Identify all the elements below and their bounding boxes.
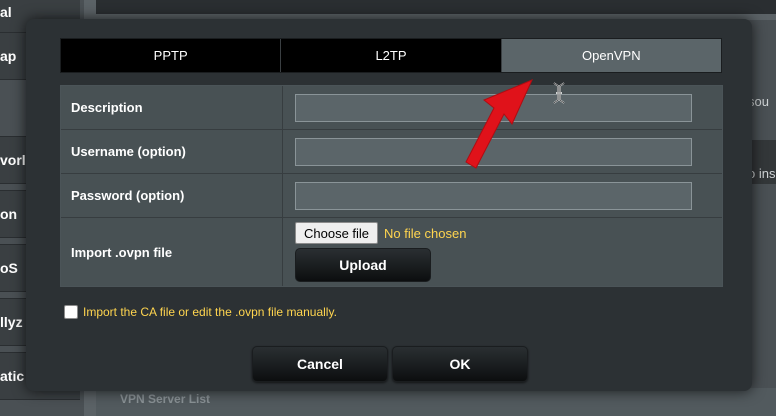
description-label: Description (61, 86, 283, 129)
ok-button[interactable]: OK (392, 346, 528, 382)
username-row: Username (option) (61, 130, 722, 174)
password-row: Password (option) (61, 174, 722, 218)
background-section-title: VPN Server List (120, 392, 211, 406)
openvpn-form: Description Username (option) Password (… (60, 85, 723, 287)
description-row: Description (61, 86, 722, 130)
password-label: Password (option) (61, 174, 283, 217)
password-input[interactable] (295, 181, 692, 210)
password-cell (283, 174, 722, 217)
import-label: Import .ovpn file (61, 218, 283, 286)
vpn-profile-dialog: PPTP L2TP OpenVPN Description Username (… (26, 19, 752, 391)
choose-file-button[interactable]: Choose file (295, 222, 379, 244)
cancel-button[interactable]: Cancel (252, 346, 388, 382)
username-label: Username (option) (61, 130, 283, 173)
tab-l2tp[interactable]: L2TP (281, 39, 502, 72)
no-file-status: No file chosen (384, 225, 467, 241)
import-cell: Choose file No file chosen Upload (283, 218, 722, 286)
tab-pptp[interactable]: PPTP (61, 39, 282, 72)
upload-button[interactable]: Upload (295, 248, 431, 282)
background-top-bar (96, 0, 776, 14)
file-picker: Choose file No file chosen (295, 222, 466, 244)
ca-option: Import the CA file or edit the .ovpn fil… (64, 305, 337, 319)
import-row: Import .ovpn file Choose file No file ch… (61, 218, 722, 286)
text-cursor-icon (553, 82, 565, 104)
ca-option-checkbox[interactable] (64, 305, 78, 319)
red-arrow-annotation (465, 79, 533, 169)
background-right-text: o ins (748, 166, 776, 181)
vpn-type-tabs: PPTP L2TP OpenVPN (60, 38, 722, 73)
tab-openvpn[interactable]: OpenVPN (501, 39, 721, 72)
ca-option-label[interactable]: Import the CA file or edit the .ovpn fil… (83, 305, 337, 319)
